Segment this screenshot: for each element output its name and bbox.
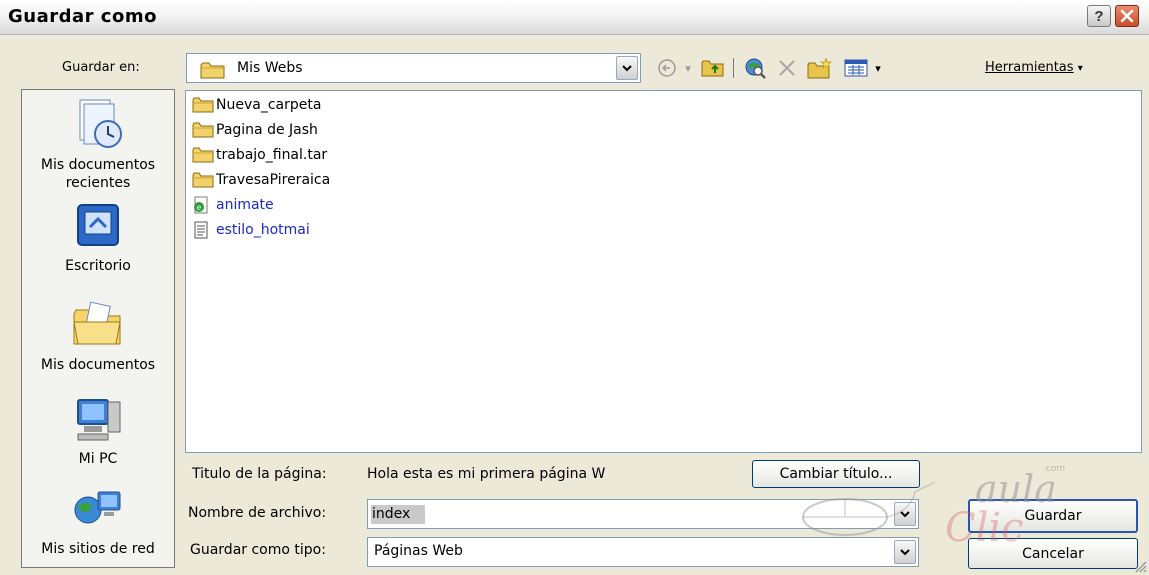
help-button[interactable]: ? [1087, 5, 1111, 27]
my-documents-icon [73, 301, 121, 345]
list-item[interactable]: Nueva_carpeta [192, 95, 321, 115]
search-web-button[interactable] [738, 55, 770, 81]
savetype-value: Páginas Web [374, 543, 463, 559]
filename-combobox[interactable] [367, 499, 919, 529]
list-item[interactable]: e animate [192, 195, 274, 215]
chevron-down-icon: ▾ [685, 61, 691, 75]
delete-icon [779, 60, 795, 76]
change-title-label: Cambiar título... [779, 466, 893, 482]
views-button[interactable] [840, 55, 872, 81]
tools-menu-label: Herramientas [985, 60, 1074, 75]
delete-button[interactable] [772, 55, 802, 81]
search-web-icon [745, 58, 766, 79]
filename-input[interactable] [370, 504, 874, 524]
chevron-down-icon: ▾ [875, 61, 881, 75]
cancel-button[interactable]: Cancelar [968, 538, 1138, 569]
new-folder-icon [807, 57, 833, 79]
folder-icon [192, 96, 214, 114]
back-icon [658, 59, 676, 77]
place-my-documents[interactable]: Mis documentos [22, 296, 174, 374]
tools-menu[interactable]: Herramientas ▾ [985, 60, 1083, 75]
dialog-title: Guardar como [8, 6, 157, 27]
up-folder-icon [701, 60, 724, 77]
places-bar: Mis documentos recientes Escritorio Mis … [21, 89, 175, 568]
chevron-down-icon [900, 548, 910, 555]
page-title-value: Hola esta es mi primera página W [367, 466, 606, 482]
cancel-button-label: Cancelar [1022, 545, 1084, 562]
views-icon [844, 59, 868, 77]
watermark-suffix: .com [1043, 464, 1066, 474]
list-item[interactable]: Pagina de Jash [192, 120, 318, 140]
network-places-icon [74, 491, 121, 524]
folder-icon [192, 171, 214, 189]
up-folder-button[interactable] [698, 55, 728, 81]
help-icon: ? [1094, 7, 1104, 25]
save-button[interactable]: Guardar [968, 499, 1138, 533]
views-dropdown[interactable]: ▾ [872, 55, 884, 81]
lookin-dropdown-button[interactable] [616, 56, 638, 80]
file-name: animate [216, 197, 274, 213]
title-bar[interactable]: Guardar como ? [0, 0, 1149, 35]
filename-dropdown-button[interactable] [894, 502, 916, 526]
document-icon [192, 221, 214, 239]
folder-icon [192, 121, 214, 139]
list-item[interactable]: estilo_hotmai [192, 220, 310, 240]
save-as-dialog: Guardar como ? Guardar en: Mis Webs ▾ ▾ … [0, 0, 1149, 575]
new-folder-button[interactable] [804, 55, 836, 81]
folder-icon [200, 62, 225, 79]
savetype-dropdown-button[interactable] [894, 540, 916, 564]
page-title-label: Titulo de la página: [192, 466, 327, 482]
toolbar-separator [730, 55, 736, 81]
desktop-icon [77, 204, 119, 246]
savetype-label: Guardar como tipo: [190, 542, 326, 558]
dialog-toolbar: ▾ ▾ Herramientas ▾ [652, 55, 1132, 83]
web-page-icon: e [192, 196, 214, 214]
svg-text:e: e [197, 203, 202, 212]
save-button-label: Guardar [1024, 508, 1082, 524]
chevron-down-icon: ▾ [1077, 63, 1083, 74]
lookin-label: Guardar en: [62, 60, 140, 75]
lookin-dropdown[interactable]: Mis Webs [186, 53, 641, 83]
chevron-down-icon [900, 510, 910, 517]
recent-documents-icon [79, 99, 122, 148]
resize-grip-icon[interactable] [1133, 559, 1147, 573]
file-name: trabajo_final.tar [216, 147, 328, 163]
place-recent-documents[interactable]: Mis documentos recientes [22, 96, 174, 192]
lookin-value: Mis Webs [237, 60, 303, 76]
place-label: Escritorio [65, 258, 131, 274]
close-button[interactable] [1115, 5, 1139, 27]
change-title-button[interactable]: Cambiar título... [752, 460, 920, 488]
place-label: Mis documentos recientes [40, 157, 156, 191]
list-item[interactable]: TravesaPireraica [192, 170, 330, 190]
back-dropdown[interactable]: ▾ [682, 55, 694, 81]
close-icon [1120, 9, 1134, 23]
file-name: TravesaPireraica [216, 172, 331, 188]
place-label: Mis sitios de red [41, 541, 155, 557]
list-item[interactable]: trabajo_final.tar [192, 145, 327, 165]
place-desktop[interactable]: Escritorio [22, 197, 174, 275]
filename-label: Nombre de archivo: [188, 505, 327, 521]
savetype-dropdown[interactable]: Páginas Web [367, 537, 919, 567]
file-name: estilo_hotmai [216, 222, 310, 238]
place-my-computer[interactable]: Mi PC [22, 390, 174, 468]
file-list[interactable]: Nueva_carpeta Pagina de Jash trabajo_fin… [185, 90, 1142, 453]
my-computer-icon [77, 399, 121, 441]
file-name: Pagina de Jash [216, 122, 318, 138]
place-label: Mis documentos [40, 357, 156, 373]
back-button[interactable] [652, 55, 682, 81]
file-name: Nueva_carpeta [216, 97, 322, 113]
place-network[interactable]: Mis sitios de red [22, 480, 174, 558]
place-label: Mi PC [78, 451, 118, 467]
folder-icon [192, 146, 214, 164]
chevron-down-icon [622, 64, 632, 71]
